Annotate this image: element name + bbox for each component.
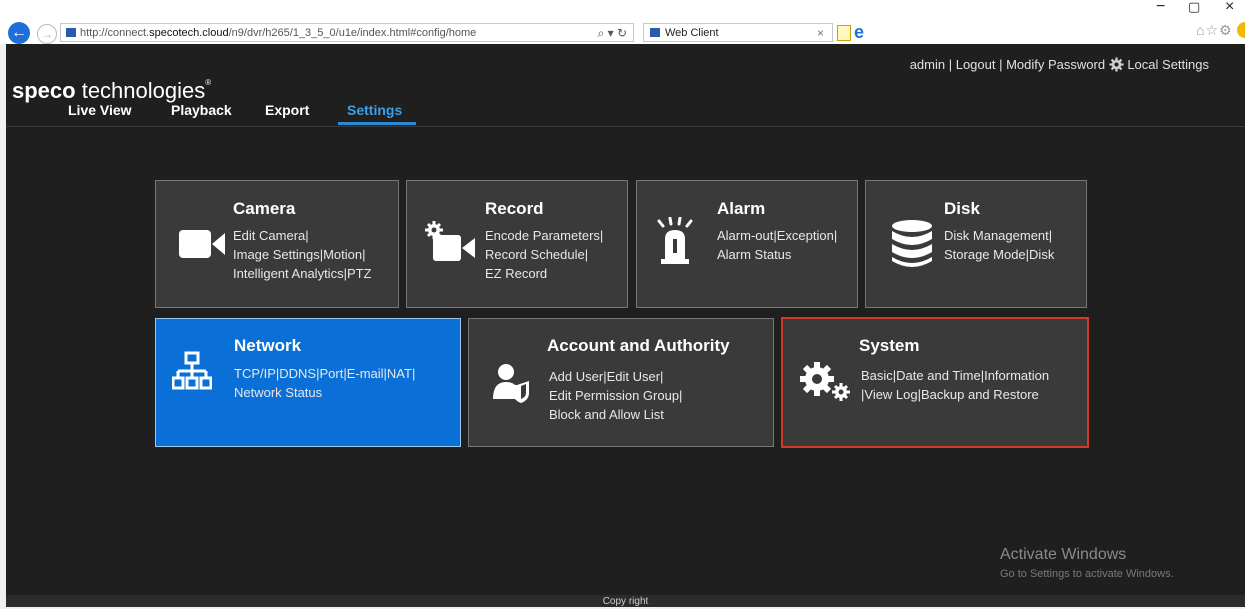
gear-icon <box>1109 57 1124 72</box>
address-url: http://connect.specotech.cloud/n9/dvr/h2… <box>80 27 477 39</box>
forward-arrow-icon[interactable]: → <box>37 24 57 44</box>
tile-title: Camera <box>233 199 296 218</box>
watermark-title: Activate Windows <box>1000 546 1127 563</box>
minimize-icon[interactable]: − <box>1156 0 1165 15</box>
nav-settings[interactable]: Settings <box>347 102 402 118</box>
tile-account-authority[interactable]: Account and Authority Add User|Edit User… <box>468 318 774 447</box>
footer-copyright: Copy right <box>6 595 1245 607</box>
tile-title: Disk <box>944 199 980 218</box>
logout-link[interactable]: Logout <box>956 57 996 72</box>
network-tree-icon <box>172 351 212 390</box>
tile-description: Encode Parameters| Record Schedule| EZ Rec… <box>485 228 604 281</box>
user-menu: admin | Logout | Modify Password Local S… <box>909 57 1209 72</box>
tab-title: Web Client <box>665 27 719 39</box>
tile-description: Add User|Edit User| Edit Permission Group… <box>549 369 683 422</box>
dvr-web-client: speco technologies® admin | Logout | Mod… <box>6 44 1245 607</box>
tile-camera[interactable]: Camera Edit Camera| Image Settings|Motion… <box>155 180 399 308</box>
tile-description: Edit Camera| Image Settings|Motion| Intell… <box>233 228 372 281</box>
tile-title: Network <box>234 336 302 355</box>
tile-alarm[interactable]: Alarm Alarm-out|Exception| Alarm Status <box>636 180 858 308</box>
browser-tools-icon[interactable]: ⌂☆⚙ <box>1196 22 1233 39</box>
watermark-subtitle: Go to Settings to activate Windows. <box>1000 568 1174 580</box>
tile-description: Basic|Date and Time|Information |View Log… <box>861 368 1050 402</box>
address-bar[interactable]: http://connect.specotech.cloud/n9/dvr/h2… <box>60 23 634 42</box>
browser-chrome: − ▢ × ← → http://connect.specotech.cloud… <box>0 0 1245 44</box>
tile-network[interactable]: Network TCP/IP|DDNS|Port|E-mail|NAT| Netw… <box>155 318 461 447</box>
tile-description: Disk Management| Storage Mode|Disk <box>944 228 1055 262</box>
activate-windows-watermark: Activate Windows Go to Settings to activ… <box>1000 546 1174 580</box>
search-refresh-icon[interactable]: ⌕ ▾ ↻ <box>598 26 627 41</box>
tile-title: Account and Authority <box>547 336 730 355</box>
browser-tab[interactable]: Web Client × <box>643 23 833 42</box>
ie-logo-icon: e <box>854 22 865 42</box>
close-window-icon[interactable]: × <box>1225 0 1234 15</box>
user-shield-icon <box>493 364 529 403</box>
new-tab-icon[interactable] <box>837 25 851 41</box>
back-arrow-icon[interactable]: ← <box>8 22 30 44</box>
nav-export[interactable]: Export <box>265 102 309 118</box>
local-settings-link[interactable]: Local Settings <box>1127 57 1209 72</box>
tile-title: Alarm <box>717 199 766 218</box>
video-camera-icon <box>179 230 225 258</box>
tile-description: TCP/IP|DDNS|Port|E-mail|NAT| Network Stat… <box>234 366 416 400</box>
record-gear-camera-icon <box>425 221 475 261</box>
feedback-smiley-icon[interactable] <box>1237 22 1245 38</box>
header-divider <box>6 126 1245 127</box>
tile-disk[interactable]: Disk Disk Management| Storage Mode|Disk <box>865 180 1087 308</box>
nav-playback[interactable]: Playback <box>171 102 232 118</box>
alarm-siren-icon <box>657 217 693 264</box>
site-favicon-icon <box>66 28 76 37</box>
tile-title: Record <box>485 199 544 218</box>
tile-record[interactable]: Record Encode Parameters| Record Schedule… <box>406 180 628 308</box>
close-tab-icon[interactable]: × <box>817 26 824 40</box>
active-nav-indicator <box>338 122 416 125</box>
tab-favicon-icon <box>650 28 660 37</box>
gears-icon <box>800 362 850 401</box>
tile-description: Alarm-out|Exception| Alarm Status <box>717 228 838 262</box>
maximize-icon[interactable]: ▢ <box>1188 0 1200 14</box>
modify-password-link[interactable]: Modify Password <box>1006 57 1105 72</box>
username: admin <box>909 57 946 72</box>
tile-system[interactable]: System Basic|Date and Time|Information |V… <box>781 317 1089 448</box>
speco-logo: speco technologies® <box>12 78 212 103</box>
database-icon <box>892 220 932 267</box>
nav-live-view[interactable]: Live View <box>68 102 132 118</box>
tile-title: System <box>859 336 920 355</box>
